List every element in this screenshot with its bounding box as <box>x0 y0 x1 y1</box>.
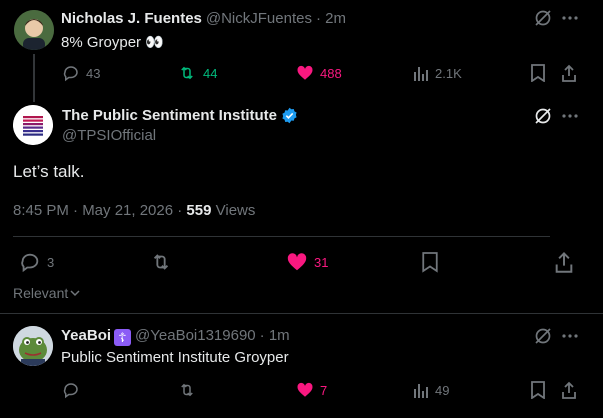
avatar[interactable] <box>13 105 53 145</box>
grok-icon <box>535 10 551 26</box>
author-handle[interactable]: @YeaBoi1319690 <box>135 327 256 344</box>
chevron-down-icon <box>70 290 80 297</box>
more-icon <box>562 334 578 338</box>
more-button[interactable] <box>562 107 578 125</box>
grok-button[interactable] <box>534 327 552 345</box>
more-button[interactable] <box>562 327 578 345</box>
views-count: 2.1K <box>435 65 462 81</box>
share-button[interactable] <box>561 64 577 82</box>
retweet-icon <box>181 383 193 397</box>
views-icon <box>414 384 428 398</box>
tweet-text: Let’s talk. <box>13 162 85 181</box>
share-icon <box>562 64 576 82</box>
grok-icon <box>535 328 551 344</box>
like-button[interactable]: 7 <box>296 381 327 399</box>
retweet-button[interactable] <box>177 381 197 399</box>
tweet-time[interactable]: · 1m <box>260 327 290 344</box>
more-button[interactable] <box>562 9 578 27</box>
retweet-count: 44 <box>203 65 218 81</box>
author-name[interactable]: YeaBoi ☦ <box>61 327 132 346</box>
reply-icon <box>63 383 78 399</box>
share-button[interactable] <box>561 381 577 399</box>
sort-dropdown[interactable]: Relevant <box>13 285 80 301</box>
reply-icon <box>63 66 78 82</box>
bookmark-icon <box>531 381 545 399</box>
tweet-timestamp[interactable]: 8:45 PM · May 21, 2026 · <box>13 202 182 219</box>
tweet-time[interactable]: · 2m <box>316 10 346 27</box>
thread-connector-line <box>33 54 35 102</box>
frog-avatar-icon <box>13 326 53 366</box>
institute-logo-icon <box>13 105 53 145</box>
avatar-photo-icon <box>14 10 54 50</box>
sort-label: Relevant <box>13 285 69 301</box>
like-icon <box>287 253 307 271</box>
avatar[interactable] <box>13 326 53 366</box>
author-name[interactable]: The Public Sentiment Institute <box>62 107 277 124</box>
divider <box>13 236 550 237</box>
grok-button[interactable] <box>534 9 552 27</box>
grok-icon <box>535 108 551 124</box>
tweet-text: 8% Groyper 👀 <box>61 34 164 51</box>
like-count: 488 <box>320 65 342 81</box>
views-button[interactable]: 2.1K <box>413 64 462 82</box>
author-name[interactable]: Nicholas J. Fuentes <box>61 10 202 27</box>
like-count: 31 <box>314 254 329 270</box>
verified-icon <box>282 107 297 124</box>
share-icon <box>562 381 576 399</box>
views-label: Views <box>215 202 256 219</box>
reply-button[interactable] <box>62 381 80 399</box>
tweet-text: Public Sentiment Institute Groyper <box>61 349 289 366</box>
bookmark-button[interactable] <box>530 64 546 82</box>
views-button[interactable]: 49 <box>413 381 449 399</box>
views-icon <box>414 67 428 81</box>
reply-icon <box>21 253 39 273</box>
views-count: 559 <box>186 202 212 219</box>
bookmark-button[interactable] <box>421 251 439 273</box>
like-icon <box>297 65 313 80</box>
share-button[interactable] <box>554 251 574 273</box>
author-handle[interactable]: @TPSIOfficial <box>62 127 156 144</box>
bookmark-icon <box>531 64 545 82</box>
tweet-meta: 8:45 PM · May 21, 2026 · 559 Views <box>13 202 255 219</box>
author-name-text: YeaBoi <box>61 327 112 344</box>
like-button[interactable]: 488 <box>296 64 342 82</box>
like-button[interactable]: 31 <box>286 251 328 273</box>
avatar[interactable] <box>14 10 54 50</box>
retweet-icon <box>153 254 169 270</box>
author-handle[interactable]: @NickJFuentes <box>206 10 312 27</box>
retweet-button[interactable] <box>150 251 172 273</box>
reply-button[interactable]: 43 <box>62 64 100 82</box>
cross-badge-icon: ☦ <box>114 329 132 346</box>
reply-count: 3 <box>47 254 55 270</box>
reply-count: 43 <box>86 65 101 81</box>
retweet-icon <box>181 66 193 80</box>
bookmark-icon <box>422 252 438 273</box>
like-count: 7 <box>320 382 328 398</box>
retweet-button[interactable]: 44 <box>177 64 217 82</box>
like-icon <box>297 382 313 397</box>
views-count: 49 <box>435 382 450 398</box>
grok-button[interactable] <box>534 107 552 125</box>
bookmark-button[interactable] <box>530 381 546 399</box>
more-icon <box>562 16 578 20</box>
divider <box>0 313 603 314</box>
reply-button[interactable]: 3 <box>19 251 54 273</box>
share-icon <box>555 252 573 273</box>
more-icon <box>562 114 578 118</box>
